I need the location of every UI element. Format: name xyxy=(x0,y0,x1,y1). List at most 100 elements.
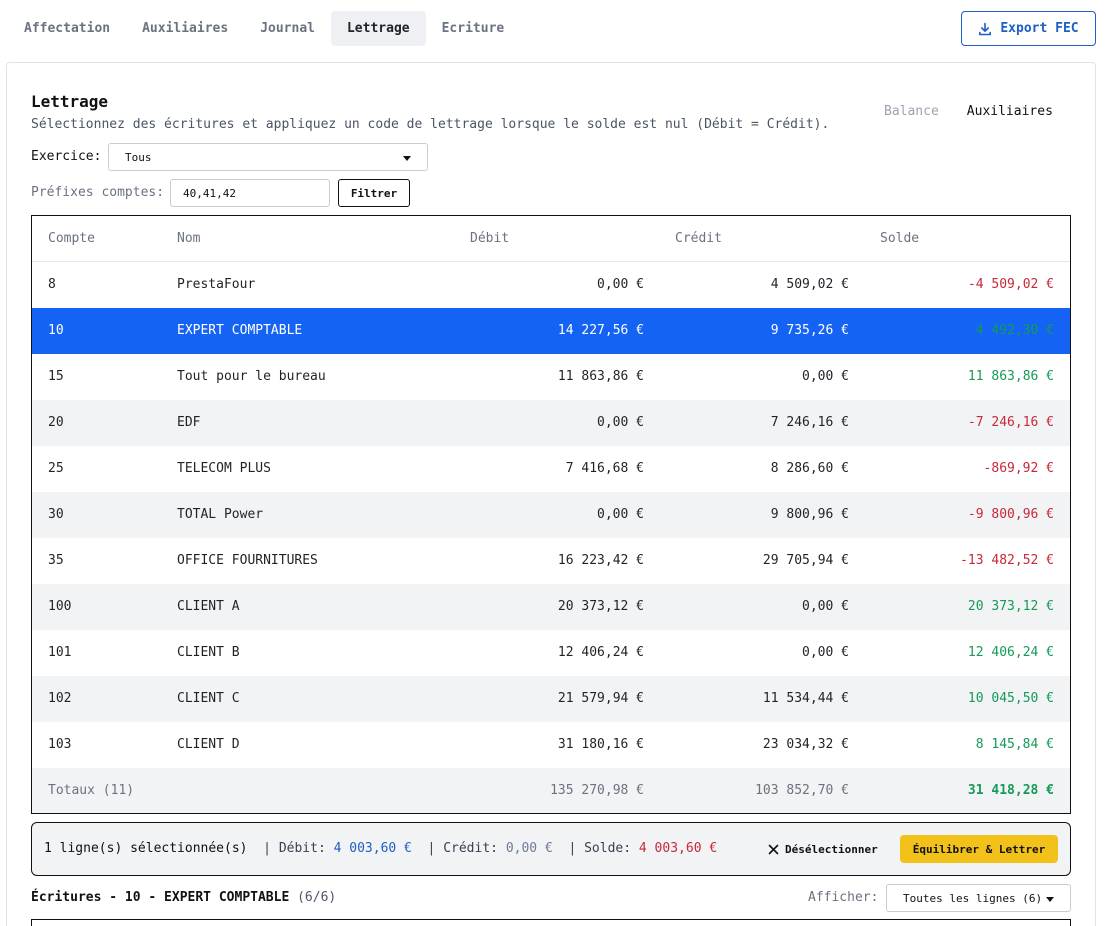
header-nom: Nom xyxy=(177,231,201,246)
table-row[interactable]: 8 PrestaFour 0,00 € 4 509,02 € -4 509,02 € xyxy=(32,262,1070,308)
view-balance[interactable]: Balance xyxy=(870,100,953,122)
cell-compte: 35 xyxy=(48,553,64,568)
tab-auxiliaires[interactable]: Auxiliaires xyxy=(126,11,244,46)
cell-solde: -9 800,96 € xyxy=(967,507,1054,522)
top-bar: Affectation Auxiliaires Journal Lettrage… xyxy=(0,0,1113,56)
header-debit[interactable]: Débit xyxy=(470,216,509,262)
selection-debit-label: Débit: xyxy=(278,841,326,856)
cell-debit: 0,00 € xyxy=(597,507,644,522)
table-row-selected[interactable]: 10 EXPERT COMPTABLE 14 227,56 € 9 735,26 € 4… xyxy=(32,308,1070,354)
table-row[interactable]: 35 OFFICE FOURNITURES 16 223,42 € 29 705,94… xyxy=(32,538,1070,584)
selection-credit-label: Crédit: xyxy=(443,841,498,856)
table-row[interactable]: 20 EDF 0,00 € 7 246,16 € -7 246,16 € xyxy=(32,400,1070,446)
cell-debit: 0,00 € xyxy=(597,277,644,292)
selection-credit: 0,00 € xyxy=(505,841,553,856)
table-row[interactable]: 103 CLIENT D 31 180,16 € 23 034,32 € 8 145,8… xyxy=(32,722,1070,768)
accounts-table: Compte Nom Débit Crédit Solde 8 PrestaFou… xyxy=(31,215,1071,814)
close-icon xyxy=(768,844,779,854)
cell-compte: 30 xyxy=(48,507,64,522)
selection-debit: 4 003,60 € xyxy=(333,841,412,856)
cell-credit: 9 800,96 € xyxy=(770,507,849,522)
table-row[interactable]: 101 CLIENT B 12 406,24 € 0,00 € 12 406,24 € xyxy=(32,630,1070,676)
cell-debit: 12 406,24 € xyxy=(557,645,644,660)
cell-nom: CLIENT C xyxy=(177,691,240,706)
table-row[interactable]: 30 TOTAL Power 0,00 € 9 800,96 € -9 800,96 € xyxy=(32,492,1070,538)
ecritures-title: Écritures - 10 - EXPERT COMPTABLE (6/6) xyxy=(31,890,336,905)
cell-nom: CLIENT B xyxy=(177,645,240,660)
tab-journal[interactable]: Journal xyxy=(244,11,331,46)
selection-info: 1 ligne(s) sélectionnée(s) | Débit: 4 00… xyxy=(44,841,718,856)
table-row[interactable]: 25 TELECOM PLUS 7 416,68 € 8 286,60 € -869,9… xyxy=(32,446,1070,492)
cell-nom: Tout pour le bureau xyxy=(177,369,326,384)
cell-solde: -869,92 € xyxy=(983,461,1054,476)
exercice-select[interactable]: Tous xyxy=(108,143,428,171)
deselect-button[interactable]: Désélectionner xyxy=(768,835,878,863)
cell-debit: 7 416,68 € xyxy=(565,461,644,476)
prefixes-label: Préfixes comptes: xyxy=(31,185,165,200)
tab-ecriture[interactable]: Ecriture xyxy=(426,11,521,46)
cell-solde: 11 863,86 € xyxy=(967,369,1054,384)
selection-bar: 1 ligne(s) sélectionnée(s) | Débit: 4 00… xyxy=(31,822,1071,876)
view-auxiliaires[interactable]: Auxiliaires xyxy=(953,100,1067,122)
prefixes-input[interactable] xyxy=(170,179,330,207)
afficher-value: Toutes les lignes (6) xyxy=(903,891,1043,905)
tab-affectation[interactable]: Affectation xyxy=(8,11,126,46)
selection-solde: 4 003,60 € xyxy=(638,841,718,856)
view-switch: Balance Auxiliaires xyxy=(870,100,1067,122)
cell-debit: 11 863,86 € xyxy=(557,369,644,384)
table-row[interactable]: 15 Tout pour le bureau 11 863,86 € 0,00 € 11… xyxy=(32,354,1070,400)
cell-credit: 23 034,32 € xyxy=(762,737,849,752)
cell-compte: 15 xyxy=(48,369,64,384)
cell-nom: EXPERT COMPTABLE xyxy=(177,323,303,338)
cell-credit: 29 705,94 € xyxy=(762,553,849,568)
balance-and-letter-button[interactable]: Équilibrer & Lettrer xyxy=(900,835,1058,863)
cell-debit: 20 373,12 € xyxy=(557,599,644,614)
cell-compte: 25 xyxy=(48,461,64,476)
header-compte: Compte xyxy=(48,231,95,246)
cell-credit: 9 735,26 € xyxy=(770,323,849,338)
cell-debit: 21 579,94 € xyxy=(557,691,644,706)
cell-credit: 7 246,16 € xyxy=(770,415,849,430)
export-fec-button[interactable]: Export FEC xyxy=(961,11,1096,46)
cell-credit: 0,00 € xyxy=(802,645,849,660)
cell-compte: 101 xyxy=(48,645,72,660)
download-icon xyxy=(979,22,992,35)
cell-nom: PrestaFour xyxy=(177,277,256,292)
exercice-value: Tous xyxy=(125,150,152,164)
cell-debit: 31 180,16 € xyxy=(557,737,644,752)
deselect-label: Désélectionner xyxy=(785,842,878,856)
cell-debit: 0,00 € xyxy=(597,415,644,430)
cell-compte: 10 xyxy=(48,323,64,338)
page-title: Lettrage xyxy=(31,92,109,111)
caret-down-icon xyxy=(403,156,411,161)
cell-solde: 4 492,30 € xyxy=(975,323,1054,338)
cell-solde: -13 482,52 € xyxy=(960,553,1054,568)
cell-nom: TOTAL Power xyxy=(177,507,264,522)
cell-credit: 8 286,60 € xyxy=(770,461,849,476)
ecritures-table xyxy=(31,919,1071,926)
cell-nom: CLIENT D xyxy=(177,737,240,752)
ecritures-title-text: Écritures - 10 - EXPERT COMPTABLE xyxy=(31,890,290,905)
cell-solde: -4 509,02 € xyxy=(967,277,1054,292)
table-header: Compte Nom Débit Crédit Solde xyxy=(32,216,1070,262)
afficher-label: Afficher: xyxy=(808,890,879,905)
ecritures-count: (6/6) xyxy=(297,890,337,905)
caret-down-icon xyxy=(1046,897,1054,902)
filter-button[interactable]: Filtrer xyxy=(338,179,410,207)
exercice-label: Exercice: xyxy=(31,149,102,164)
export-fec-label: Export FEC xyxy=(1000,21,1079,36)
header-credit[interactable]: Crédit xyxy=(675,216,722,262)
selection-count: 1 ligne(s) sélectionnée(s) xyxy=(44,841,248,856)
table-row[interactable]: 100 CLIENT A 20 373,12 € 0,00 € 20 373,12 € xyxy=(32,584,1070,630)
table-row[interactable]: 102 CLIENT C 21 579,94 € 11 534,44 € 10 045,… xyxy=(32,676,1070,722)
header-solde[interactable]: Solde xyxy=(880,216,919,262)
afficher-select[interactable]: Toutes les lignes (6) xyxy=(886,884,1071,912)
cell-solde: 20 373,12 € xyxy=(967,599,1054,614)
cell-solde: 8 145,84 € xyxy=(975,737,1054,752)
cell-nom: OFFICE FOURNITURES xyxy=(177,553,318,568)
totals-row: Totaux (11) 135 270,98 € 103 852,70 € 31… xyxy=(32,768,1070,813)
cell-debit: 16 223,42 € xyxy=(557,553,644,568)
tab-lettrage[interactable]: Lettrage xyxy=(330,11,426,46)
totals-debit: 135 270,98 € xyxy=(550,783,644,798)
cell-credit: 11 534,44 € xyxy=(762,691,849,706)
